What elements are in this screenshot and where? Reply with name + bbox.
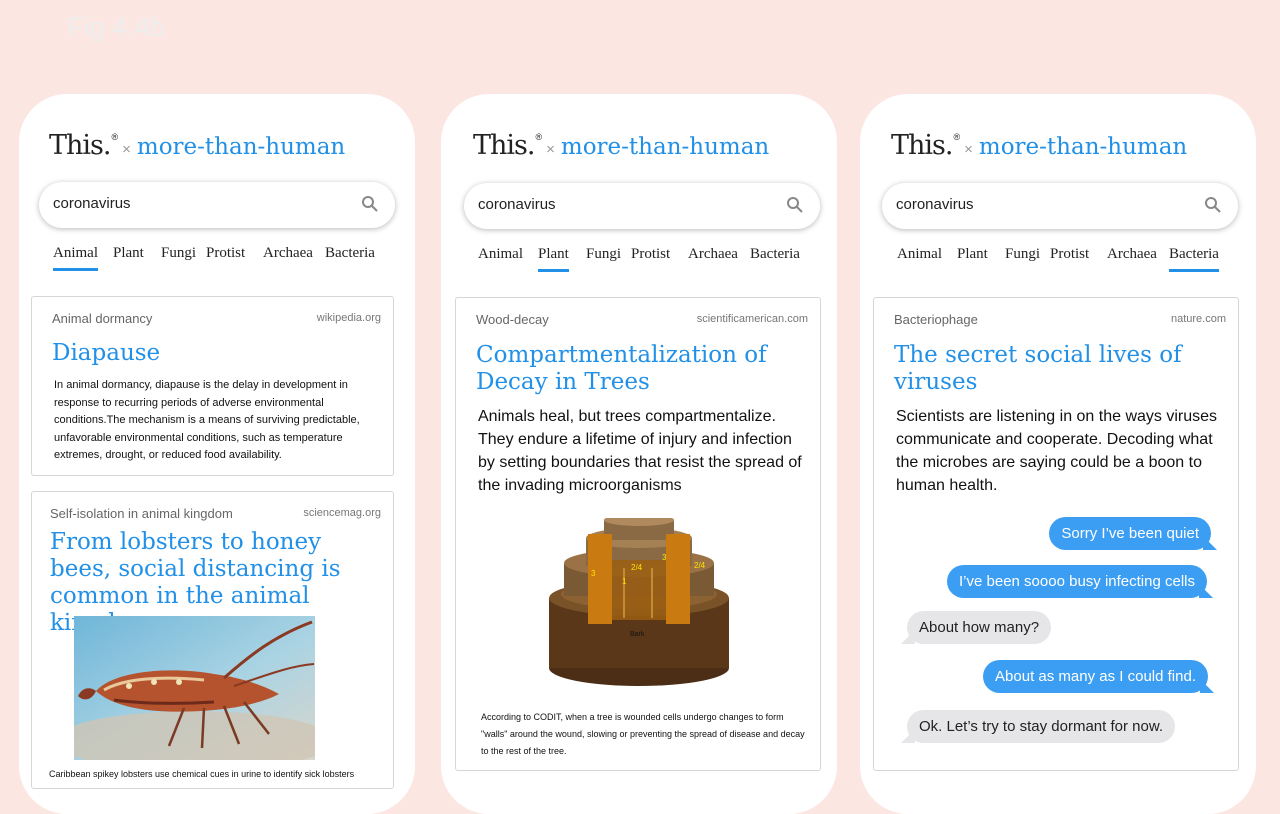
brand-header: This. ® × more-than-human	[891, 130, 1187, 161]
card-source[interactable]: wikipedia.org	[317, 312, 381, 324]
card-category: Wood-decay	[476, 312, 549, 327]
chat-bubble-sent: About as many as I could find.	[983, 660, 1208, 693]
figure-label: Fig 4.4b	[67, 12, 165, 42]
card-source[interactable]: nature.com	[1171, 313, 1226, 325]
phone-screen-animal: This. ® × more-than-human Animal Plant F…	[19, 94, 415, 814]
brand-separator: ×	[122, 141, 131, 158]
search-icon[interactable]	[786, 196, 804, 214]
chat-bubble-received: Ok. Let’s try to stay dormant for now.	[907, 710, 1175, 743]
search-input[interactable]	[478, 196, 768, 213]
tab-protist[interactable]: Protist	[206, 245, 245, 268]
diagram-caption: According to CODIT, when a tree is wound…	[481, 712, 805, 756]
diagram-label-2-4-center: 2/4	[631, 563, 643, 572]
card-source[interactable]: sciencemag.org	[303, 507, 381, 519]
tab-animal[interactable]: Animal	[53, 245, 98, 271]
lobster-illustration	[54, 616, 334, 771]
chat-bubble-sent: I’ve been soooo busy infecting cells	[947, 565, 1207, 598]
card-category: Animal dormancy	[52, 311, 153, 326]
result-card-codit[interactable]: Wood-decay scientificamerican.com Compar…	[455, 297, 821, 771]
tab-bacteria[interactable]: Bacteria	[325, 245, 375, 268]
result-card-viruses[interactable]: Bacteriophage nature.com The secret soci…	[873, 297, 1239, 771]
search-input[interactable]	[53, 195, 343, 212]
registered-mark: ®	[535, 132, 543, 142]
search-bar	[882, 183, 1238, 229]
brand-separator: ×	[546, 141, 555, 158]
tree-section-diagram: 3 2/4 1 3 2/4 Bark	[549, 514, 729, 686]
card-title[interactable]: The secret social lives of viruses	[894, 342, 1224, 396]
lobster-photo	[54, 616, 334, 771]
image-caption: Caribbean spikey lobsters use chemical c…	[49, 769, 355, 779]
registered-mark: ®	[111, 132, 119, 142]
diagram-label-2-4-right: 2/4	[694, 561, 706, 570]
diagram-label-3-right: 3	[662, 553, 667, 562]
card-category: Bacteriophage	[894, 312, 978, 327]
search-bar	[464, 183, 820, 229]
phone-screen-bacteria: This. ® × more-than-human Animal Plant F…	[860, 94, 1256, 814]
tab-archaea[interactable]: Archaea	[688, 246, 738, 269]
result-card-lobsters[interactable]: Self-isolation in animal kingdom science…	[31, 491, 394, 789]
tab-archaea[interactable]: Archaea	[1107, 246, 1157, 269]
registered-mark: ®	[953, 132, 961, 142]
tab-plant[interactable]: Plant	[113, 245, 144, 268]
tab-archaea[interactable]: Archaea	[263, 245, 313, 268]
diagram-label-1: 1	[622, 577, 627, 586]
brand-logo[interactable]: This.	[473, 130, 535, 161]
brand-tagline: more-than-human	[978, 134, 1188, 160]
card-title[interactable]: Compartmentalization of Decay in Trees	[476, 342, 806, 396]
tab-animal[interactable]: Animal	[478, 246, 523, 269]
tab-fungi[interactable]: Fungi	[1005, 246, 1040, 269]
brand-header: This. ® × more-than-human	[473, 130, 769, 161]
tab-animal[interactable]: Animal	[897, 246, 942, 269]
brand-logo[interactable]: This.	[49, 130, 111, 161]
tab-protist[interactable]: Protist	[631, 246, 670, 269]
brand-separator: ×	[964, 141, 973, 158]
search-input[interactable]	[896, 196, 1186, 213]
card-body: Scientists are listening in on the ways …	[896, 408, 1218, 494]
brand-tagline: more-than-human	[136, 134, 346, 160]
codit-diagram: 3 2/4 1 3 2/4 Bark	[544, 514, 734, 690]
card-body: In animal dormancy, diapause is the dela…	[54, 379, 360, 461]
tab-fungi[interactable]: Fungi	[586, 246, 621, 269]
card-title[interactable]: Diapause	[52, 340, 382, 367]
search-icon[interactable]	[361, 195, 379, 213]
brand-header: This. ® × more-than-human	[49, 130, 345, 161]
diagram-label-bark: Bark	[630, 631, 645, 638]
tab-protist[interactable]: Protist	[1050, 246, 1089, 269]
tab-fungi[interactable]: Fungi	[161, 245, 196, 268]
brand-tagline: more-than-human	[560, 134, 770, 160]
brand-logo[interactable]: This.	[891, 130, 953, 161]
search-icon[interactable]	[1204, 196, 1222, 214]
phone-screen-plant: This. ® × more-than-human Animal Plant F…	[441, 94, 837, 814]
search-bar	[39, 182, 395, 228]
diagram-label-3-left: 3	[591, 569, 596, 578]
result-card-diapause[interactable]: Animal dormancy wikipedia.org Diapause I…	[31, 296, 394, 476]
card-source[interactable]: scientificamerican.com	[697, 313, 808, 325]
card-body: Animals heal, but trees compartmentalize…	[478, 408, 802, 494]
chat-bubble-sent: Sorry I’ve been quiet	[1049, 517, 1211, 550]
tab-plant[interactable]: Plant	[957, 246, 988, 269]
chat-bubble-received: About how many?	[907, 611, 1052, 644]
tab-plant[interactable]: Plant	[538, 246, 569, 272]
tab-bacteria[interactable]: Bacteria	[1169, 246, 1219, 272]
card-category: Self-isolation in animal kingdom	[50, 506, 233, 521]
tab-bacteria[interactable]: Bacteria	[750, 246, 800, 269]
